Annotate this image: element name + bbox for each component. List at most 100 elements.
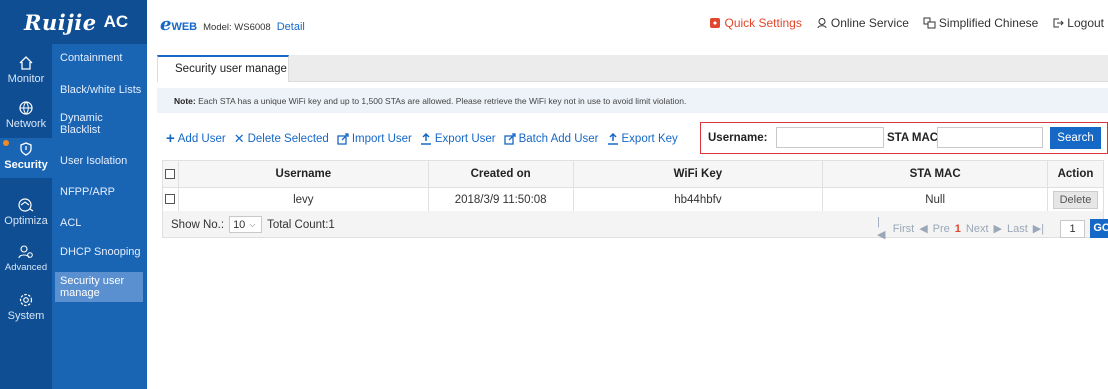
- subnav-item-user-isolation[interactable]: User Isolation: [60, 155, 145, 167]
- search-panel: Username: STA MAC: Search: [700, 122, 1108, 154]
- action-toolbar: + Add User ✕ Delete Selected Import User…: [166, 131, 678, 147]
- go-button[interactable]: GO: [1089, 219, 1108, 238]
- header-bar: e WEB Model: WS6008 Detail Quick Setting…: [147, 0, 1108, 44]
- nav-item-advanced[interactable]: Advanced: [0, 244, 52, 273]
- language-icon: [923, 17, 936, 29]
- next-page-link[interactable]: Next: [966, 223, 989, 235]
- eweb-logo: e WEB Model: WS6008 Detail: [160, 14, 305, 35]
- subnav-item-nfpp-arp[interactable]: NFPP/ARP: [60, 186, 145, 198]
- select-all-cell: [162, 160, 179, 188]
- col-username[interactable]: Username: [177, 160, 429, 188]
- subnav-item-dhcp-snooping[interactable]: DHCP Snooping: [60, 246, 145, 258]
- product-name: AC: [103, 12, 129, 31]
- export-user-button[interactable]: Export User: [420, 131, 496, 147]
- delete-selected-label: Delete Selected: [247, 133, 329, 145]
- quick-settings-link[interactable]: Quick Settings: [709, 16, 802, 30]
- headset-icon: [817, 18, 827, 29]
- nav-item-network[interactable]: Network: [0, 100, 52, 130]
- pager-right: |◀ First ◀ Pre 1 Next ▶ Last ▶| 1 GO: [877, 216, 1108, 241]
- username-input[interactable]: [776, 127, 884, 148]
- first-page-icon: |◀: [877, 216, 886, 241]
- logout-link[interactable]: Logout: [1052, 16, 1104, 30]
- batch-add-user-button[interactable]: Batch Add User: [503, 131, 599, 147]
- col-wifi-key[interactable]: WiFi Key: [572, 160, 824, 188]
- export-user-label: Export User: [434, 133, 496, 145]
- export-key-button[interactable]: Export Key: [607, 131, 678, 147]
- home-icon: [19, 56, 33, 70]
- shield-icon: [20, 142, 32, 156]
- export-key-label: Export Key: [621, 133, 678, 145]
- header-actions: Quick Settings Online Service Simplified…: [709, 16, 1104, 30]
- prev-page-link[interactable]: Pre: [933, 223, 950, 235]
- tab-security-user-manage[interactable]: Security user manage: [157, 55, 289, 82]
- import-user-button[interactable]: Import User: [337, 131, 412, 147]
- online-service-link[interactable]: Online Service: [816, 16, 909, 30]
- eweb-web: WEB: [171, 21, 198, 33]
- note-text: Each STA has a unique WiFi key and up to…: [195, 96, 687, 106]
- nav-label-advanced: Advanced: [4, 262, 48, 273]
- language-link[interactable]: Simplified Chinese: [923, 16, 1038, 30]
- quick-settings-label: Quick Settings: [724, 16, 802, 30]
- language-label: Simplified Chinese: [938, 16, 1039, 30]
- ruijie-logo: Ruijie: [24, 9, 97, 35]
- add-user-button[interactable]: + Add User: [166, 131, 226, 147]
- page-number-input[interactable]: 1: [1060, 219, 1085, 238]
- note-prefix: Note:: [174, 96, 196, 106]
- brand-logo: Ruijie AC: [0, 0, 147, 44]
- pagination-bar: Show No.: 10 ⌵ Total Count:1 |◀ First ◀ …: [162, 211, 1108, 241]
- nav-label-security: Security: [4, 159, 48, 171]
- prev-page-icon: ◀: [919, 223, 928, 235]
- col-created-on[interactable]: Created on: [427, 160, 574, 188]
- nav-label-system: System: [7, 310, 45, 322]
- subnav-item-acl[interactable]: ACL: [60, 217, 145, 229]
- table-row: levy 2018/3/9 11:50:08 hb44hbfv Null Del…: [162, 187, 1105, 212]
- next-page-icon: ▶: [993, 223, 1002, 235]
- pager-left: Show No.: 10 ⌵ Total Count:1: [171, 216, 335, 233]
- subnav-item-containment[interactable]: Containment: [60, 52, 145, 64]
- table-header-row: Username Created on WiFi Key STA MAC Act…: [162, 160, 1105, 188]
- optimize-icon: [18, 198, 34, 212]
- nav-item-system[interactable]: System: [0, 292, 52, 322]
- subnav-item-black-white-lists[interactable]: Black/white Lists: [60, 84, 145, 96]
- col-action: Action: [1046, 160, 1105, 188]
- show-no-label: Show No.:: [171, 218, 225, 231]
- last-page-link[interactable]: Last: [1007, 223, 1028, 235]
- select-all-checkbox[interactable]: [165, 168, 176, 179]
- nav-item-optimize[interactable]: Optimiza: [0, 197, 52, 227]
- note-banner: Note: Each STA has a unique WiFi key and…: [157, 88, 1108, 113]
- cell-action: Delete: [1046, 187, 1105, 212]
- import-icon: [337, 133, 349, 145]
- sta-mac-label: STA MAC:: [887, 132, 942, 144]
- model-label: Model: WS6008: [203, 22, 271, 33]
- export-icon: [420, 133, 431, 145]
- col-sta-mac[interactable]: STA MAC: [822, 160, 1048, 188]
- delete-selected-button[interactable]: ✕ Delete Selected: [234, 131, 329, 147]
- logout-icon: [1053, 18, 1065, 28]
- gear-icon: [19, 293, 33, 307]
- total-count: Total Count:1: [267, 218, 335, 231]
- nav-item-monitor[interactable]: Monitor: [0, 55, 52, 85]
- tab-bar: Security user manage: [157, 55, 1108, 82]
- detail-link[interactable]: Detail: [277, 21, 305, 33]
- import-user-label: Import User: [351, 133, 412, 145]
- current-page[interactable]: 1: [955, 223, 961, 235]
- batch-add-icon: [503, 133, 516, 145]
- add-user-label: Add User: [177, 133, 226, 145]
- nav-item-security[interactable]: Security: [0, 138, 52, 178]
- nav-label-optimize: Optimiza: [4, 215, 48, 227]
- batch-add-user-label: Batch Add User: [518, 133, 599, 145]
- subnav-item-dynamic-blacklist[interactable]: Dynamic Blacklist: [60, 112, 120, 136]
- subnav-item-security-user-manage[interactable]: Security user manage: [55, 272, 143, 302]
- first-page-link[interactable]: First: [893, 223, 914, 235]
- online-service-label: Online Service: [830, 16, 909, 30]
- page-size-select[interactable]: 10 ⌵: [229, 216, 263, 233]
- sta-mac-input[interactable]: [937, 127, 1043, 148]
- export-icon: [607, 133, 618, 145]
- row-select-cell: [162, 187, 179, 212]
- search-button[interactable]: Search: [1050, 127, 1101, 149]
- delete-row-button[interactable]: Delete: [1052, 190, 1099, 209]
- plus-icon: +: [166, 130, 175, 147]
- row-checkbox[interactable]: [165, 194, 176, 205]
- close-icon: ✕: [233, 131, 245, 146]
- cell-sta-mac: Null: [822, 187, 1048, 212]
